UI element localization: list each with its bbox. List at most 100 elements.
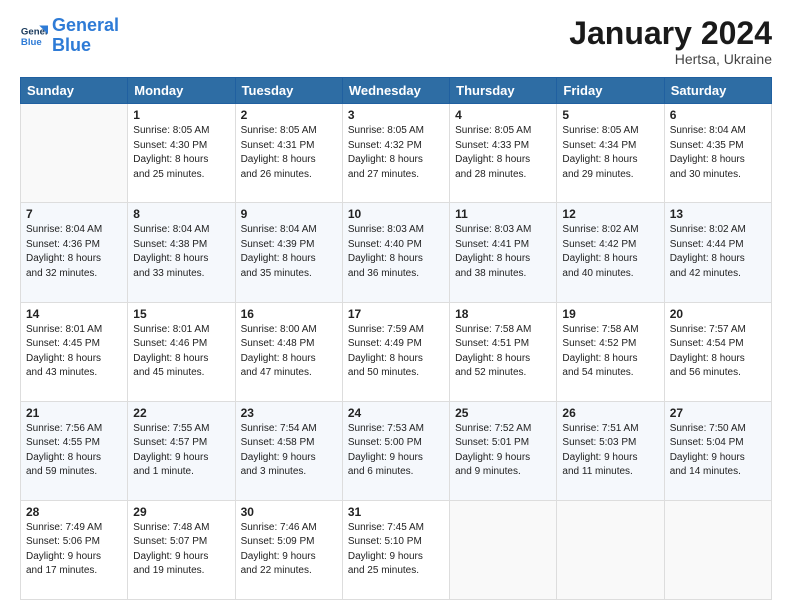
day-info: Sunrise: 7:48 AM Sunset: 5:07 PM Dayligh… [133,521,229,579]
day-info: Sunrise: 7:58 AM Sunset: 4:51 PM Dayligh… [455,323,551,381]
logo: General Blue General Blue [20,16,119,56]
table-row: 14Sunrise: 8:01 AM Sunset: 4:45 PM Dayli… [21,302,128,401]
calendar-table: Sunday Monday Tuesday Wednesday Thursday… [20,77,772,600]
day-info: Sunrise: 8:03 AM Sunset: 4:41 PM Dayligh… [455,223,551,281]
day-info: Sunrise: 7:58 AM Sunset: 4:52 PM Dayligh… [562,323,658,381]
table-row: 11 Sunrise: 8:03 AM Sunset: 4:41 PM Dayli… [450,203,557,302]
table-row [664,500,771,599]
day-number: 13 [670,207,766,221]
day-number: 20 [670,307,766,321]
day-number: 30 [241,505,337,519]
day-info: Sunrise: 8:04 AM Sunset: 4:36 PM Dayligh… [26,223,122,281]
day-info: Sunrise: 7:57 AM Sunset: 4:54 PM Dayligh… [670,323,766,381]
day-info: Sunrise: 8:05 AM Sunset: 4:30 PM Dayligh… [133,124,229,182]
day-number: 28 [26,505,122,519]
day-number: 6 [670,108,766,122]
day-number: 16 [241,307,337,321]
table-row: 21 Sunrise: 7:56 AM Sunset: 4:55 PM Dayli… [21,401,128,500]
day-info: Sunrise: 7:50 AM Sunset: 5:04 PM Dayligh… [670,422,766,480]
day-number: 25 [455,406,551,420]
logo-blue: Blue [52,35,91,55]
calendar-week-row: 7 Sunrise: 8:04 AM Sunset: 4:36 PM Daylig… [21,203,772,302]
day-number: 7 [26,207,122,221]
title-block: January 2024 Hertsa, Ukraine [569,16,772,67]
header-sunday: Sunday [21,78,128,104]
day-info: Sunrise: 7:51 AM Sunset: 5:03 PM Dayligh… [562,422,658,480]
day-info: Sunrise: 7:49 AM Sunset: 5:06 PM Dayligh… [26,521,122,579]
header-wednesday: Wednesday [342,78,449,104]
calendar-week-row: 21 Sunrise: 7:56 AM Sunset: 4:55 PM Dayli… [21,401,772,500]
day-info: Sunrise: 8:05 AM Sunset: 4:34 PM Dayligh… [562,124,658,182]
day-number: 11 [455,207,551,221]
table-row: 7 Sunrise: 8:04 AM Sunset: 4:36 PM Daylig… [21,203,128,302]
page: General Blue General Blue January 2024 H… [0,0,792,612]
calendar-week-row: 14Sunrise: 8:01 AM Sunset: 4:45 PM Dayli… [21,302,772,401]
table-row: 9 Sunrise: 8:04 AM Sunset: 4:39 PM Daylig… [235,203,342,302]
day-number: 29 [133,505,229,519]
header-friday: Friday [557,78,664,104]
table-row [450,500,557,599]
table-row: 27 Sunrise: 7:50 AM Sunset: 5:04 PM Dayli… [664,401,771,500]
calendar-week-row: 28 Sunrise: 7:49 AM Sunset: 5:06 PM Dayli… [21,500,772,599]
table-row: 30 Sunrise: 7:46 AM Sunset: 5:09 PM Dayli… [235,500,342,599]
day-number: 15 [133,307,229,321]
table-row: 24Sunrise: 7:53 AM Sunset: 5:00 PM Dayli… [342,401,449,500]
table-row: 1Sunrise: 8:05 AM Sunset: 4:30 PM Daylig… [128,104,235,203]
day-number: 9 [241,207,337,221]
day-info: Sunrise: 7:56 AM Sunset: 4:55 PM Dayligh… [26,422,122,480]
table-row: 17 Sunrise: 7:59 AM Sunset: 4:49 PM Dayli… [342,302,449,401]
calendar-week-row: 1Sunrise: 8:05 AM Sunset: 4:30 PM Daylig… [21,104,772,203]
day-number: 10 [348,207,444,221]
day-info: Sunrise: 7:54 AM Sunset: 4:58 PM Dayligh… [241,422,337,480]
day-number: 12 [562,207,658,221]
day-info: Sunrise: 7:59 AM Sunset: 4:49 PM Dayligh… [348,323,444,381]
day-number: 26 [562,406,658,420]
day-number: 22 [133,406,229,420]
table-row: 13 Sunrise: 8:02 AM Sunset: 4:44 PM Dayli… [664,203,771,302]
header-tuesday: Tuesday [235,78,342,104]
table-row: 18 Sunrise: 7:58 AM Sunset: 4:51 PM Dayli… [450,302,557,401]
day-number: 4 [455,108,551,122]
day-number: 17 [348,307,444,321]
day-info: Sunrise: 8:05 AM Sunset: 4:33 PM Dayligh… [455,124,551,182]
day-info: Sunrise: 7:46 AM Sunset: 5:09 PM Dayligh… [241,521,337,579]
table-row [557,500,664,599]
day-info: Sunrise: 8:01 AM Sunset: 4:45 PM Dayligh… [26,323,122,381]
day-number: 27 [670,406,766,420]
day-info: Sunrise: 8:05 AM Sunset: 4:32 PM Dayligh… [348,124,444,182]
logo-general: General [52,15,119,35]
logo-icon: General Blue [20,22,48,50]
day-info: Sunrise: 8:01 AM Sunset: 4:46 PM Dayligh… [133,323,229,381]
day-info: Sunrise: 7:55 AM Sunset: 4:57 PM Dayligh… [133,422,229,480]
table-row: 2 Sunrise: 8:05 AM Sunset: 4:31 PM Daylig… [235,104,342,203]
table-row: 4 Sunrise: 8:05 AM Sunset: 4:33 PM Daylig… [450,104,557,203]
table-row: 3Sunrise: 8:05 AM Sunset: 4:32 PM Daylig… [342,104,449,203]
day-info: Sunrise: 8:02 AM Sunset: 4:44 PM Dayligh… [670,223,766,281]
table-row: 8 Sunrise: 8:04 AM Sunset: 4:38 PM Daylig… [128,203,235,302]
table-row: 25Sunrise: 7:52 AM Sunset: 5:01 PM Dayli… [450,401,557,500]
day-number: 8 [133,207,229,221]
day-info: Sunrise: 8:04 AM Sunset: 4:38 PM Dayligh… [133,223,229,281]
header-monday: Monday [128,78,235,104]
table-row: 16Sunrise: 8:00 AM Sunset: 4:48 PM Dayli… [235,302,342,401]
day-number: 5 [562,108,658,122]
table-row: 29 Sunrise: 7:48 AM Sunset: 5:07 PM Dayli… [128,500,235,599]
day-info: Sunrise: 8:05 AM Sunset: 4:31 PM Dayligh… [241,124,337,182]
day-number: 23 [241,406,337,420]
day-number: 2 [241,108,337,122]
table-row: 19 Sunrise: 7:58 AM Sunset: 4:52 PM Dayli… [557,302,664,401]
table-row: 10Sunrise: 8:03 AM Sunset: 4:40 PM Dayli… [342,203,449,302]
table-row: 28 Sunrise: 7:49 AM Sunset: 5:06 PM Dayli… [21,500,128,599]
table-row: 26 Sunrise: 7:51 AM Sunset: 5:03 PM Dayli… [557,401,664,500]
table-row: 12Sunrise: 8:02 AM Sunset: 4:42 PM Dayli… [557,203,664,302]
day-info: Sunrise: 8:04 AM Sunset: 4:35 PM Dayligh… [670,124,766,182]
month-year: January 2024 [569,16,772,51]
day-number: 31 [348,505,444,519]
day-info: Sunrise: 8:04 AM Sunset: 4:39 PM Dayligh… [241,223,337,281]
day-number: 18 [455,307,551,321]
day-number: 21 [26,406,122,420]
day-number: 19 [562,307,658,321]
header: General Blue General Blue January 2024 H… [20,16,772,67]
svg-text:Blue: Blue [21,37,42,48]
table-row: 6 Sunrise: 8:04 AM Sunset: 4:35 PM Daylig… [664,104,771,203]
